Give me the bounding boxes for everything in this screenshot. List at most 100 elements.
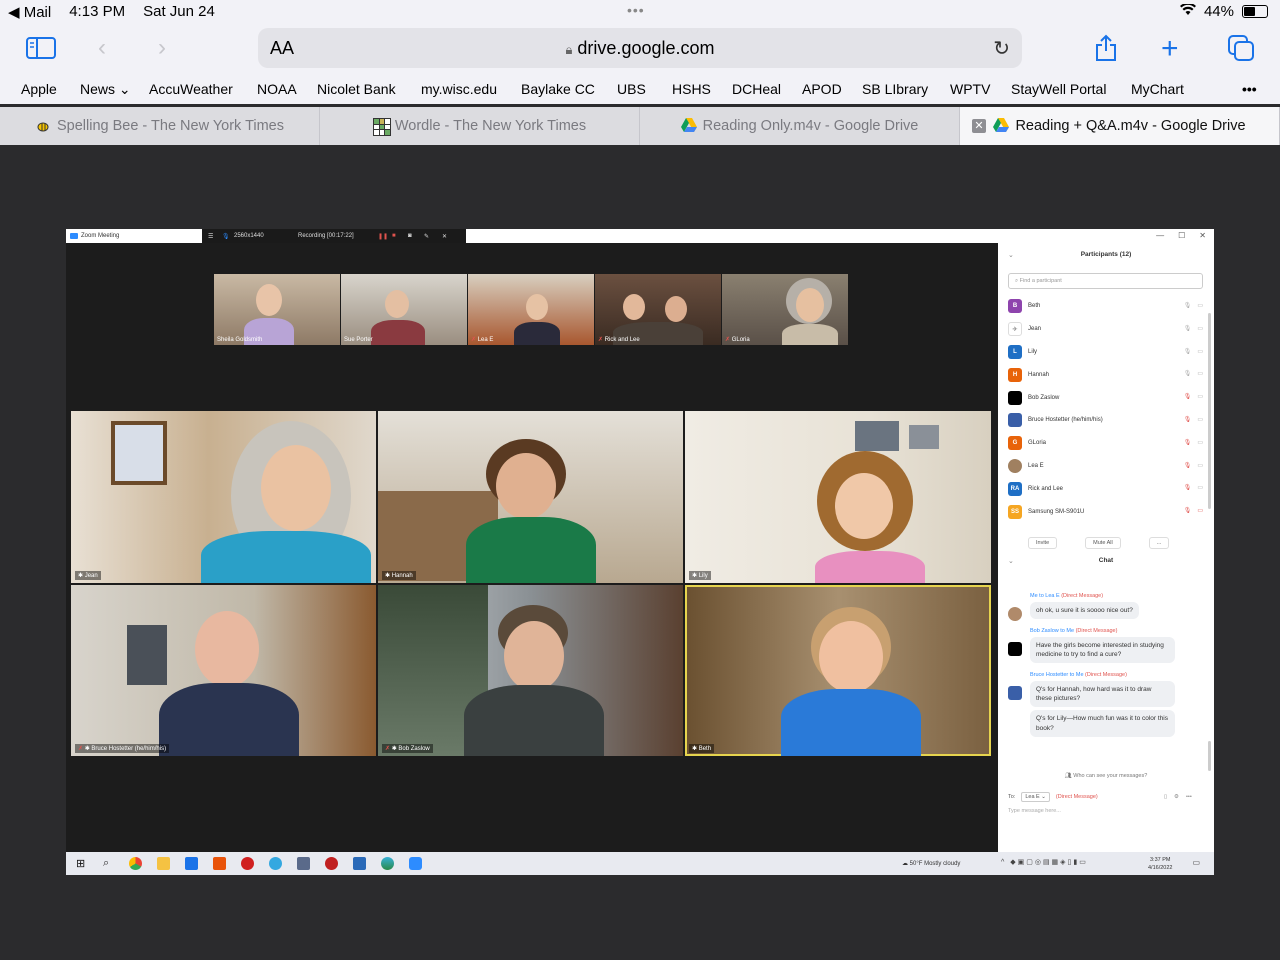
bookmark-wptv[interactable]: WPTV: [950, 81, 990, 97]
video-icon: ▭: [1197, 325, 1203, 332]
tab-reading-qa[interactable]: ✕ Reading + Q&A.m4v - Google Drive: [960, 107, 1280, 145]
lock-icon: 🔒︎: [565, 42, 573, 57]
avatar: [1008, 413, 1022, 428]
bookmark-my-wisc[interactable]: my.wisc.edu: [421, 81, 497, 97]
person-body: [781, 689, 921, 756]
participant-row: G GLoria 🎙︎ ▭: [1008, 432, 1203, 455]
chat-bubble: Q's for Hannah, how hard was it to draw …: [1030, 681, 1175, 708]
video-name: ✱ Hannah: [382, 571, 416, 580]
chat-meta: Me to Lea E (Direct Message): [1030, 593, 1104, 599]
participant-row: Lea E 🎙︎ ▭: [1008, 455, 1203, 478]
chat-recipient: Me: [1075, 672, 1084, 679]
zoom-video-frame[interactable]: Zoom Meeting ☰ 🎙︎ 2560x1440 Recording [0…: [66, 229, 1214, 875]
bookmark-accuweather[interactable]: AccuWeather: [149, 81, 233, 97]
pause-icon: ❚❚: [378, 234, 389, 240]
avatar: [1008, 390, 1022, 405]
reload-icon[interactable]: ↻: [993, 36, 1010, 61]
google-drive-icon: [993, 118, 1010, 134]
video-icon: ▭: [1197, 371, 1203, 378]
avatar: ✈: [1008, 322, 1022, 337]
close-window-icon: ✕: [1199, 231, 1206, 240]
pin-icon: ✱: [385, 573, 391, 579]
participant-name: Samsung SM-S901U: [1028, 508, 1085, 515]
participant-name: Lea E: [1028, 462, 1044, 469]
back-icon[interactable]: ‹: [98, 34, 106, 62]
video-tile: ✗ ✱ Bob Zaslow: [378, 585, 683, 756]
person-body: [159, 683, 299, 756]
back-to-app[interactable]: ◀ Mail: [8, 3, 51, 21]
avatar: [1008, 642, 1022, 657]
weather-widget: ☁ 50°F Mostly cloudy: [902, 860, 960, 867]
bookmark-apod[interactable]: APOD: [802, 81, 842, 97]
battery-percent: 44%: [1203, 3, 1234, 20]
video-name-text: Beth: [698, 746, 712, 752]
chrome-icon: [129, 857, 142, 870]
bookmark-mychart[interactable]: MyChart: [1131, 81, 1184, 97]
participant-row: RA Rick and Lee 🎙︎ ▭: [1008, 477, 1203, 500]
tab-spelling-bee[interactable]: Spelling Bee - The New York Times: [0, 107, 320, 145]
close-tab-icon[interactable]: ✕: [972, 119, 986, 133]
tab-reading-only[interactable]: Reading Only.m4v - Google Drive: [640, 107, 960, 145]
wall-picture: [111, 421, 167, 485]
who-can-see-label: Who can see your messages?: [1073, 773, 1148, 779]
back-app-label: Mail: [23, 4, 52, 21]
bookmark-staywell[interactable]: StayWell Portal: [1011, 81, 1106, 97]
video-name: ✗ ✱ Bob Zaslow: [382, 744, 433, 753]
bookmarks-bar: Apple News ⌄ AccuWeather NOAA Nicolet Ba…: [0, 76, 1280, 104]
chat-sender: Bob Zaslow: [1030, 628, 1059, 635]
pin-icon: ✱: [692, 746, 698, 752]
chat-bubble: Have the girls become interested in stud…: [1030, 637, 1175, 664]
bookmark-noaa[interactable]: NOAA: [257, 81, 297, 97]
bookmark-sb-library[interactable]: SB LIbrary: [862, 81, 928, 97]
forward-icon[interactable]: ›: [158, 34, 166, 62]
bookmark-hshs[interactable]: HSHS: [672, 81, 711, 97]
new-tab-icon[interactable]: +: [1161, 32, 1179, 66]
chat-recipient: Lea E: [1045, 593, 1060, 599]
chat-bubble: Q's for Lily—How much fun was it to colo…: [1030, 710, 1175, 737]
sidebar-icon[interactable]: [26, 36, 56, 67]
bookmark-ubs[interactable]: UBS: [617, 81, 646, 97]
participants-title: Participants (12): [1080, 251, 1132, 258]
video-name: ✱ Beth: [689, 744, 715, 753]
tab-wordle[interactable]: Wordle - The New York Times: [320, 107, 640, 145]
participant-name: Rick and Lee: [1028, 485, 1064, 492]
chat-dm-label: (Direct Message): [1085, 672, 1127, 679]
video-icon: ▭: [1197, 462, 1203, 469]
muted-icon: ✗: [598, 337, 604, 343]
bookmark-news-label: News: [80, 81, 116, 97]
pin-icon: ✱: [84, 746, 90, 752]
participant-row: B Beth 🎙︎ ▭: [1008, 295, 1203, 318]
bookmark-dcheal[interactable]: DCHeal: [732, 81, 781, 97]
more-bookmarks-icon[interactable]: •••: [1242, 81, 1257, 97]
settings-icon: ⚙: [1174, 794, 1179, 800]
share-icon[interactable]: [1094, 34, 1118, 69]
avatar: RA: [1008, 481, 1022, 496]
participant-row: L Lily 🎙︎ ▭: [1008, 341, 1203, 364]
record-icon: [241, 857, 254, 870]
bee-icon: [35, 118, 51, 134]
address-bar[interactable]: AA 🔒︎ drive.google.com ↻: [258, 28, 1022, 68]
chat-meta: Bruce Hostetter to Me (Direct Message): [1030, 672, 1127, 679]
bookmark-apple[interactable]: Apple: [21, 81, 57, 97]
video-tile: ✱ Lily: [685, 411, 991, 583]
edge-icon: [381, 857, 394, 870]
video-icon: ▭: [1197, 485, 1203, 492]
clock-date: 4/16/2022: [1148, 865, 1173, 872]
bookmark-nicolet-bank[interactable]: Nicolet Bank: [317, 81, 396, 97]
muted-icon: ✗: [78, 746, 84, 752]
video-icon: ▭: [1197, 439, 1203, 446]
window: [127, 625, 167, 685]
mic-muted-icon: 🎙︎: [1183, 485, 1192, 492]
chat-title: Chat: [1098, 557, 1114, 564]
wall-picture: [855, 421, 899, 451]
person-body: [782, 324, 838, 345]
person-body: [514, 322, 560, 345]
zoom-video-area: Sheila Goldsmith Sue Porter ✗ Lea E ✗ Ri…: [66, 243, 998, 852]
bookmark-news[interactable]: News ⌄: [80, 81, 131, 98]
video-thumbnail: ✗ GLoria: [722, 274, 848, 345]
bookmark-baylake[interactable]: Baylake CC: [521, 81, 595, 97]
chat-bubble: oh ok, u sure it is soooo nice out?: [1030, 602, 1139, 620]
tabs-overview-icon[interactable]: [1227, 34, 1255, 69]
search-icon: ⌕: [103, 857, 110, 869]
multitask-dots-icon[interactable]: •••: [627, 2, 645, 18]
